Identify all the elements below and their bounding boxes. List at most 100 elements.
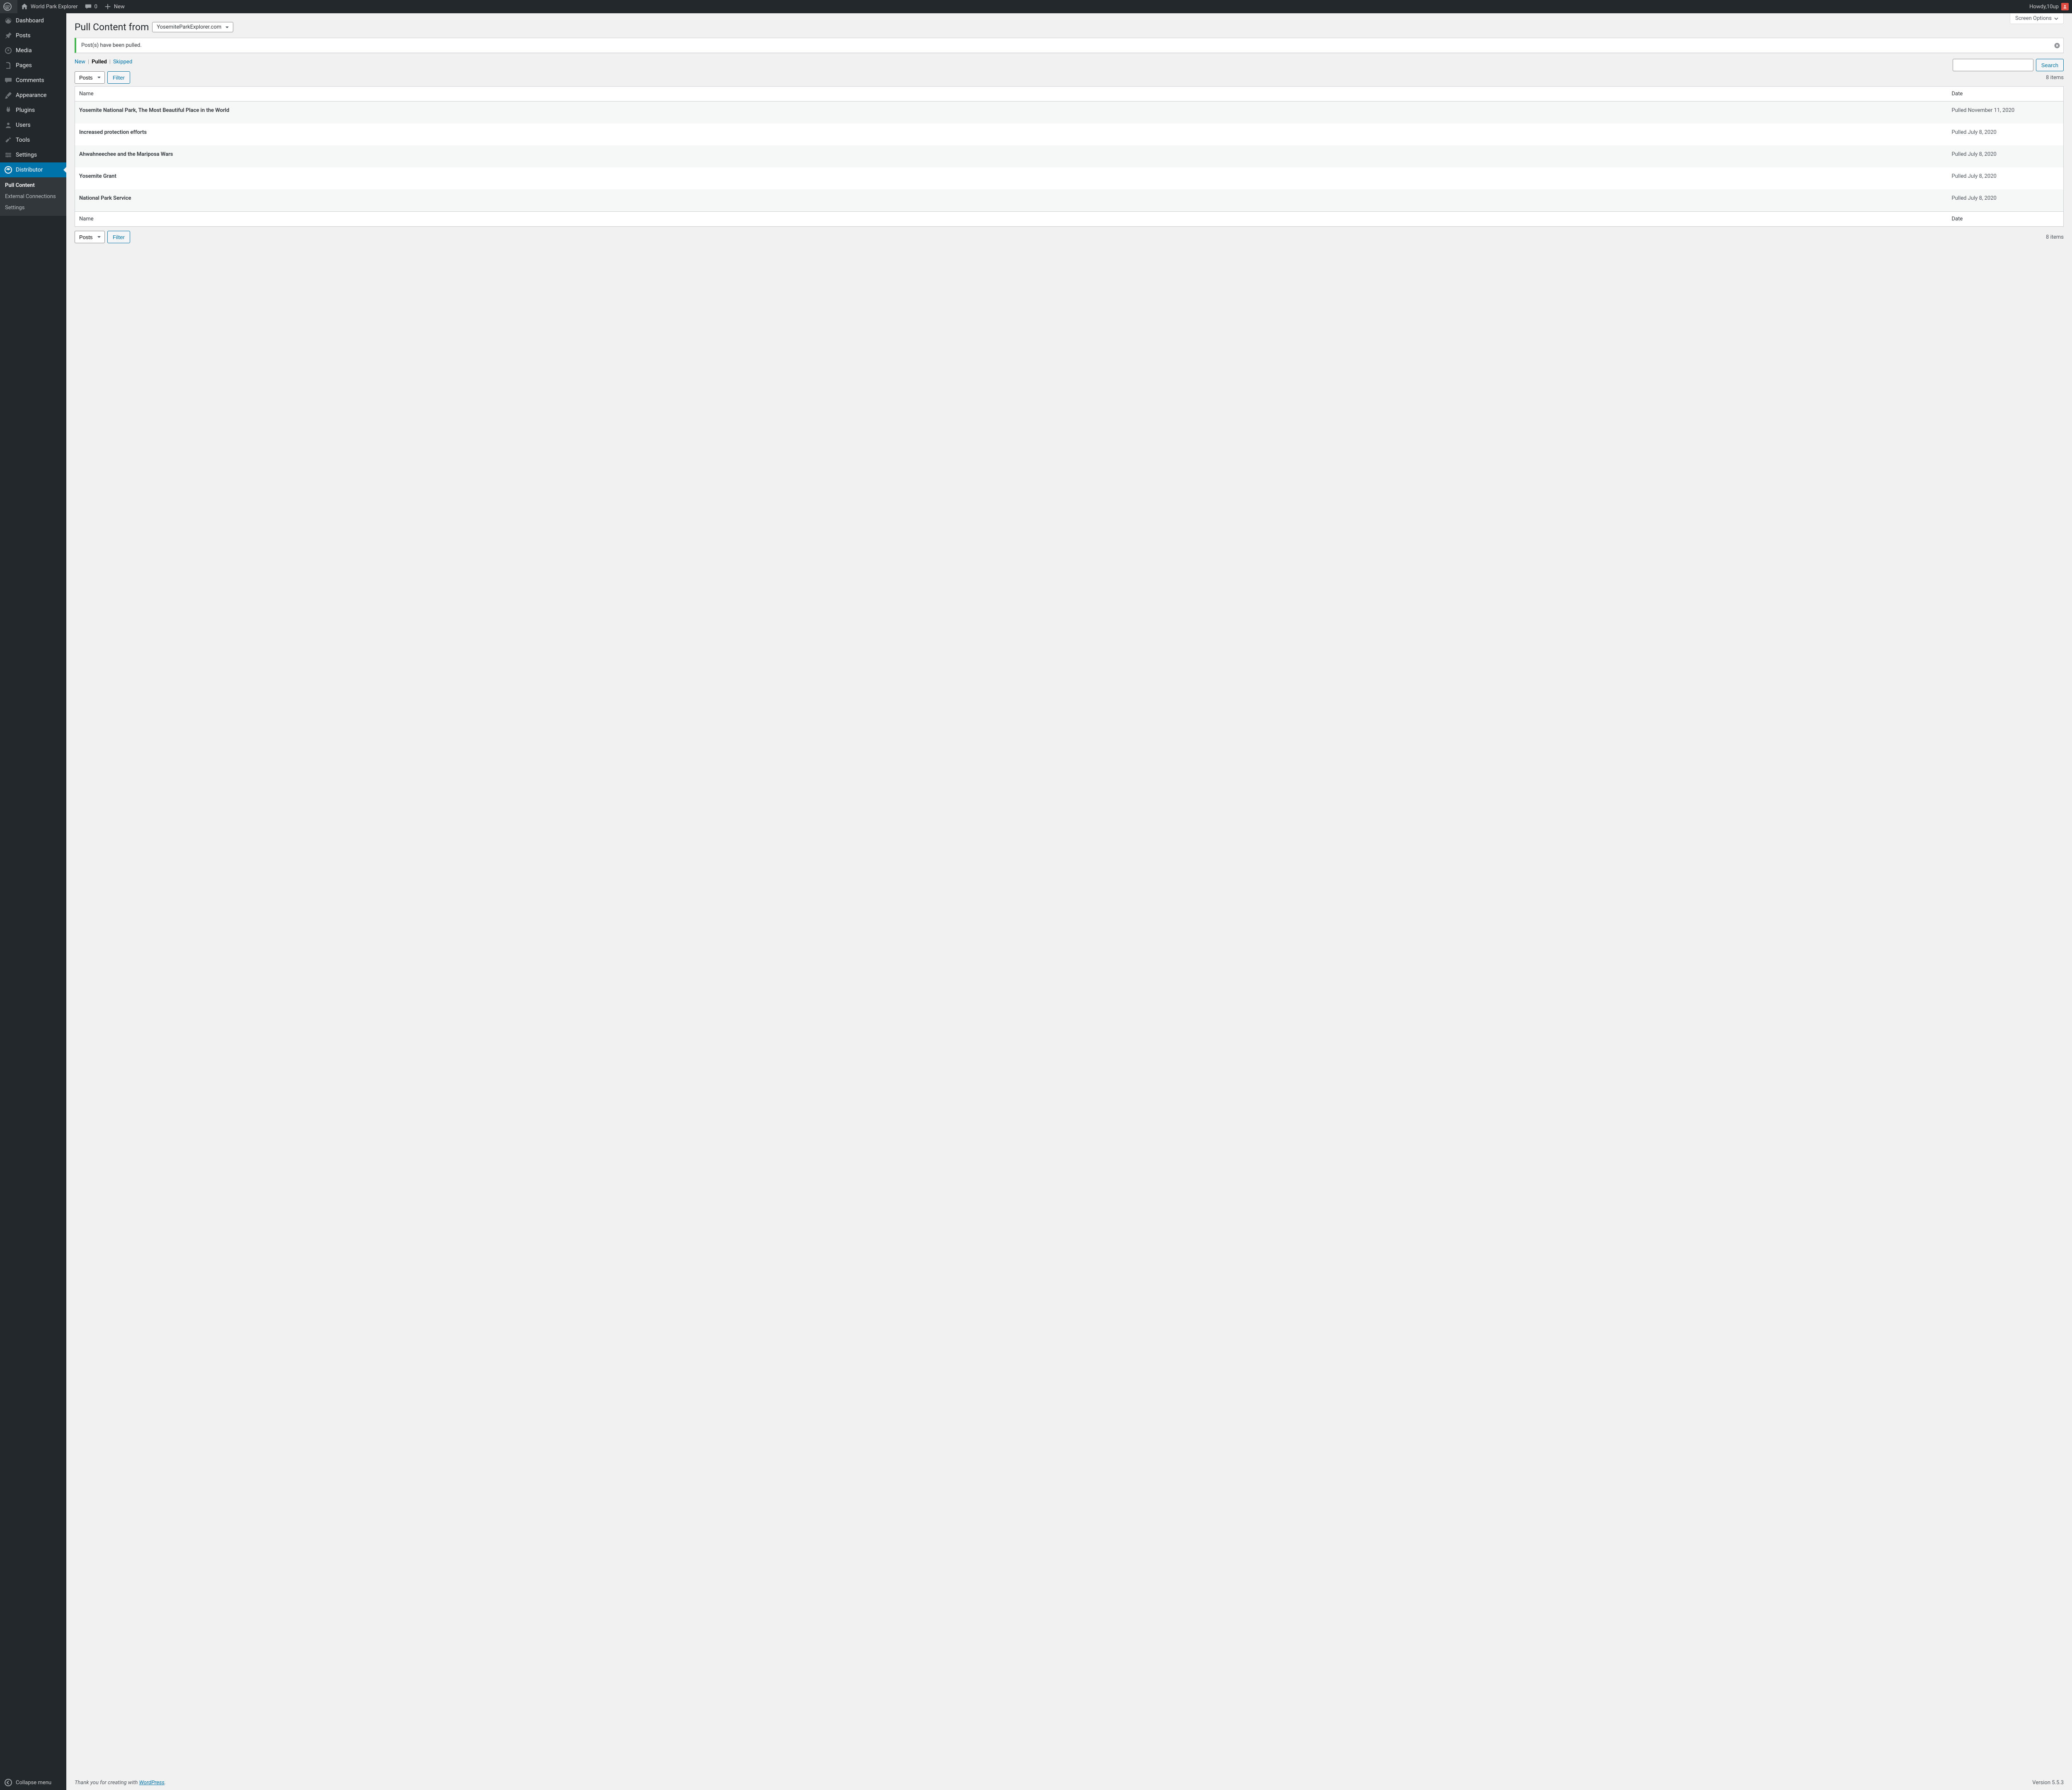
filter-button-top[interactable]: Filter xyxy=(107,71,130,84)
comment-icon xyxy=(4,76,12,85)
menu-plugins[interactable]: Plugins xyxy=(0,103,66,118)
tab-skipped[interactable]: Skipped xyxy=(113,59,132,65)
site-title-text: World Park Explorer xyxy=(31,4,78,10)
menu-pages[interactable]: Pages xyxy=(0,58,66,73)
menu-dashboard[interactable]: Dashboard xyxy=(0,13,66,28)
row-title: Yosemite Grant xyxy=(79,173,116,179)
table-row[interactable]: Ahwahneechee and the Mariposa Wars Pulled… xyxy=(75,145,2064,167)
col-header-date[interactable]: Date xyxy=(1948,87,2064,102)
my-account-link[interactable]: Howdy, 10up xyxy=(2026,0,2072,13)
dashboard-icon xyxy=(4,17,12,25)
admin-footer: Thank you for creating with WordPress. V… xyxy=(66,1775,2072,1790)
menu-label: Distributor xyxy=(16,167,43,173)
post-type-select-top[interactable]: Posts xyxy=(75,71,105,84)
comment-icon xyxy=(85,3,92,10)
row-date: Pulled July 8, 2020 xyxy=(1948,167,2064,189)
admin-bar: World Park Explorer 0 New Howdy, 10up xyxy=(0,0,2072,13)
row-title: National Park Service xyxy=(79,195,131,201)
menu-media[interactable]: Media xyxy=(0,43,66,58)
status-tabs: New | Pulled | Skipped xyxy=(75,59,132,65)
content-table: Name Date Yosemite National Park, The Mo… xyxy=(75,86,2064,227)
row-title: Ahwahneechee and the Mariposa Wars xyxy=(79,151,173,157)
home-icon xyxy=(21,3,28,10)
brush-icon xyxy=(4,91,12,99)
collapse-menu[interactable]: Collapse menu xyxy=(0,1775,66,1790)
menu-label: Dashboard xyxy=(16,17,44,24)
menu-label: Tools xyxy=(16,137,30,143)
menu-settings[interactable]: Settings xyxy=(0,148,66,162)
wp-logo[interactable] xyxy=(0,0,17,13)
col-footer-date[interactable]: Date xyxy=(1948,212,2064,227)
user-icon xyxy=(4,121,12,129)
submenu-settings[interactable]: Settings xyxy=(0,202,66,213)
comments-link[interactable]: 0 xyxy=(81,0,101,13)
menu-appearance[interactable]: Appearance xyxy=(0,88,66,103)
row-date: Pulled November 11, 2020 xyxy=(1948,102,2064,124)
notice-text: Post(s) have been pulled. xyxy=(81,42,142,48)
pin-icon xyxy=(4,31,12,40)
main-content: Screen Options Pull Content from Yosemit… xyxy=(66,13,2072,1790)
menu-tools[interactable]: Tools xyxy=(0,133,66,148)
plug-icon xyxy=(4,106,12,114)
menu-label: Comments xyxy=(16,77,44,84)
selected-site-text: YosemiteParkExplorer.com xyxy=(157,24,221,30)
menu-label: Media xyxy=(16,47,32,54)
col-header-name[interactable]: Name xyxy=(75,87,1948,102)
howdy-prefix: Howdy, xyxy=(2029,4,2047,10)
new-content-link[interactable]: New xyxy=(101,0,128,13)
dismiss-notice-button[interactable] xyxy=(2053,42,2061,49)
menu-posts[interactable]: Posts xyxy=(0,28,66,43)
table-row[interactable]: National Park Service Pulled July 8, 2020 xyxy=(75,189,2064,212)
menu-comments[interactable]: Comments xyxy=(0,73,66,88)
admin-sidebar: Dashboard Posts Media Pages Comments App… xyxy=(0,13,66,1790)
tab-new[interactable]: New xyxy=(75,59,85,65)
row-title: Increased protection efforts xyxy=(79,129,147,135)
footer-version: Version 5.5.3 xyxy=(2032,1780,2064,1786)
search-input[interactable] xyxy=(1953,59,2033,71)
screen-options-toggle[interactable]: Screen Options xyxy=(2010,13,2064,24)
menu-distributor[interactable]: Distributor xyxy=(0,162,66,177)
distributor-icon xyxy=(4,166,12,174)
username-text: 10up xyxy=(2047,4,2059,10)
row-date: Pulled July 8, 2020 xyxy=(1948,189,2064,212)
wrench-icon xyxy=(4,136,12,144)
tab-pulled[interactable]: Pulled xyxy=(92,59,107,65)
menu-label: Pages xyxy=(16,62,32,69)
submenu-pull-content[interactable]: Pull Content xyxy=(0,180,66,191)
items-count-bottom: 8 items xyxy=(2046,234,2064,240)
search-button[interactable]: Search xyxy=(2036,59,2064,71)
new-label-text: New xyxy=(114,4,125,10)
filter-button-bottom[interactable]: Filter xyxy=(107,231,130,243)
sliders-icon xyxy=(4,151,12,159)
menu-label: Posts xyxy=(16,32,31,39)
collapse-label: Collapse menu xyxy=(16,1780,51,1786)
col-footer-name[interactable]: Name xyxy=(75,212,1948,227)
post-type-select-bottom[interactable]: Posts xyxy=(75,231,105,243)
comments-count-text: 0 xyxy=(94,4,97,10)
plus-icon xyxy=(104,3,111,10)
menu-label: Appearance xyxy=(16,92,46,99)
collapse-icon xyxy=(4,1778,12,1787)
page-icon xyxy=(4,61,12,70)
user-avatar xyxy=(2061,3,2069,10)
site-name-link[interactable]: World Park Explorer xyxy=(17,0,81,13)
success-notice: Post(s) have been pulled. xyxy=(75,38,2064,53)
items-count-top: 8 items xyxy=(2046,75,2064,81)
row-title: Yosemite National Park, The Most Beautif… xyxy=(79,107,229,114)
submenu-external-connections[interactable]: External Connections xyxy=(0,191,66,202)
table-row[interactable]: Yosemite National Park, The Most Beautif… xyxy=(75,102,2064,124)
menu-label: Users xyxy=(16,122,31,128)
source-site-select[interactable]: YosemiteParkExplorer.com xyxy=(152,22,233,32)
wordpress-icon xyxy=(3,2,12,11)
table-row[interactable]: Increased protection efforts Pulled July … xyxy=(75,123,2064,145)
row-date: Pulled July 8, 2020 xyxy=(1948,123,2064,145)
row-date: Pulled July 8, 2020 xyxy=(1948,145,2064,167)
caret-down-icon xyxy=(2054,17,2058,21)
table-row[interactable]: Yosemite Grant Pulled July 8, 2020 xyxy=(75,167,2064,189)
menu-users[interactable]: Users xyxy=(0,118,66,133)
page-title: Pull Content from xyxy=(75,22,149,33)
media-icon xyxy=(4,46,12,55)
menu-label: Plugins xyxy=(16,107,35,114)
wordpress-link[interactable]: WordPress xyxy=(139,1780,165,1786)
menu-label: Settings xyxy=(16,152,37,158)
